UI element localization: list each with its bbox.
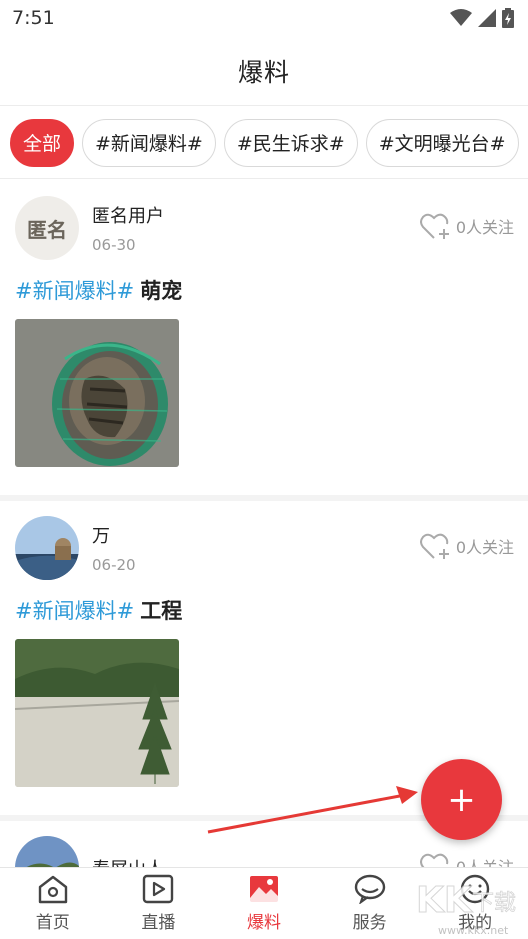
page-title: 爆料 [237, 57, 290, 87]
follow-count: 0人关注 [455, 538, 514, 557]
nav-service[interactable]: 服务 [317, 868, 423, 939]
chat-icon [354, 874, 385, 904]
avatar[interactable] [15, 516, 79, 580]
nav-home[interactable]: 首页 [0, 868, 106, 939]
status-bar: 7:51 [0, 0, 528, 36]
post-title-text: 萌宠 [140, 279, 183, 303]
title-bar: 爆料 [0, 36, 528, 106]
post-title[interactable]: #新闻爆料# 工程 [15, 595, 513, 625]
tag-civility-exposure[interactable]: #文明曝光台# [365, 118, 519, 167]
nav-label: 直播 [141, 913, 176, 933]
wifi-icon [450, 9, 472, 26]
user-photo-icon [15, 516, 79, 580]
follow-button[interactable]: 0人关注 [419, 531, 514, 561]
battery-icon [502, 8, 514, 28]
nav-tips[interactable]: 爆料 [211, 868, 317, 939]
nav-label: 我的 [458, 913, 493, 933]
smile-icon [460, 874, 490, 904]
home-icon [38, 875, 67, 904]
user-photo-icon [15, 836, 79, 867]
tag-news-tips[interactable]: #新闻爆料# [82, 118, 216, 167]
add-post-button[interactable]: + [421, 759, 502, 840]
post-title-text: 工程 [140, 599, 183, 623]
nav-label: 服务 [352, 913, 387, 933]
post-hashtag[interactable]: #新闻爆料# [15, 279, 134, 303]
nav-mine[interactable]: 我的 [422, 868, 528, 939]
bottom-nav: 首页 直播 爆料 服务 我的 [0, 867, 528, 939]
tag-filter-row: 全部 #新闻爆料# #民生诉求# #文明曝光台# [0, 107, 528, 179]
status-time: 7:51 [12, 7, 55, 29]
play-icon [143, 874, 174, 904]
nav-label: 爆料 [246, 913, 281, 933]
avatar[interactable]: 匿名 [15, 196, 79, 260]
post-card[interactable]: 匿名 匿名用户 06-30 0人关注 #新闻爆料# 萌宠 [0, 181, 528, 501]
avatar-text: 匿名 [27, 217, 67, 242]
avatar[interactable] [15, 836, 79, 867]
tag-livelihood[interactable]: #民生诉求# [223, 118, 358, 167]
follow-button[interactable]: 0人关注 [419, 851, 514, 867]
post-hashtag[interactable]: #新闻爆料# [15, 599, 134, 623]
post-title[interactable]: #新闻爆料# 萌宠 [15, 275, 513, 305]
nav-label: 首页 [35, 913, 70, 933]
follow-count: 0人关注 [456, 854, 514, 867]
construction-site-photo [15, 639, 179, 787]
heart-plus-icon [419, 853, 449, 867]
cat-in-basket-photo [15, 319, 179, 467]
tag-all[interactable]: 全部 [10, 118, 75, 167]
image-icon [249, 876, 278, 902]
post-image[interactable] [15, 319, 179, 467]
heart-plus-icon [419, 533, 449, 559]
status-icons [450, 8, 514, 28]
follow-button[interactable]: 0人关注 [419, 211, 514, 241]
heart-plus-icon [419, 213, 449, 239]
signal-icon [478, 9, 496, 27]
follow-count: 0人关注 [455, 218, 514, 237]
post-image[interactable] [15, 639, 179, 787]
nav-live[interactable]: 直播 [106, 868, 212, 939]
